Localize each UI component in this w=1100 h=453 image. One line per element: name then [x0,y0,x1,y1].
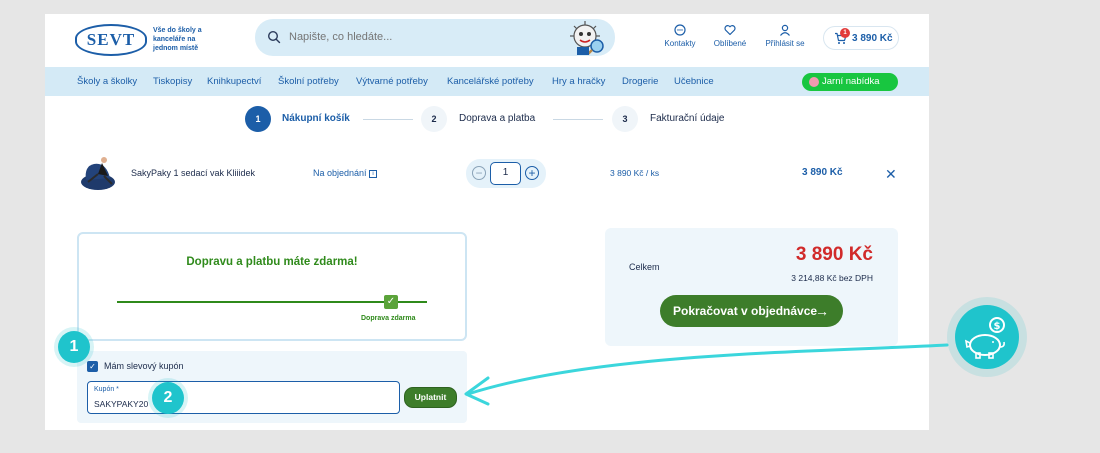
piggy-bank-icon: $ [964,317,1005,359]
piggy-bank-badge: $ [955,305,1019,369]
svg-text:$: $ [994,321,1001,332]
annotation-badge-2: 2 [152,382,184,414]
annotation-badge-1: 1 [58,331,90,363]
